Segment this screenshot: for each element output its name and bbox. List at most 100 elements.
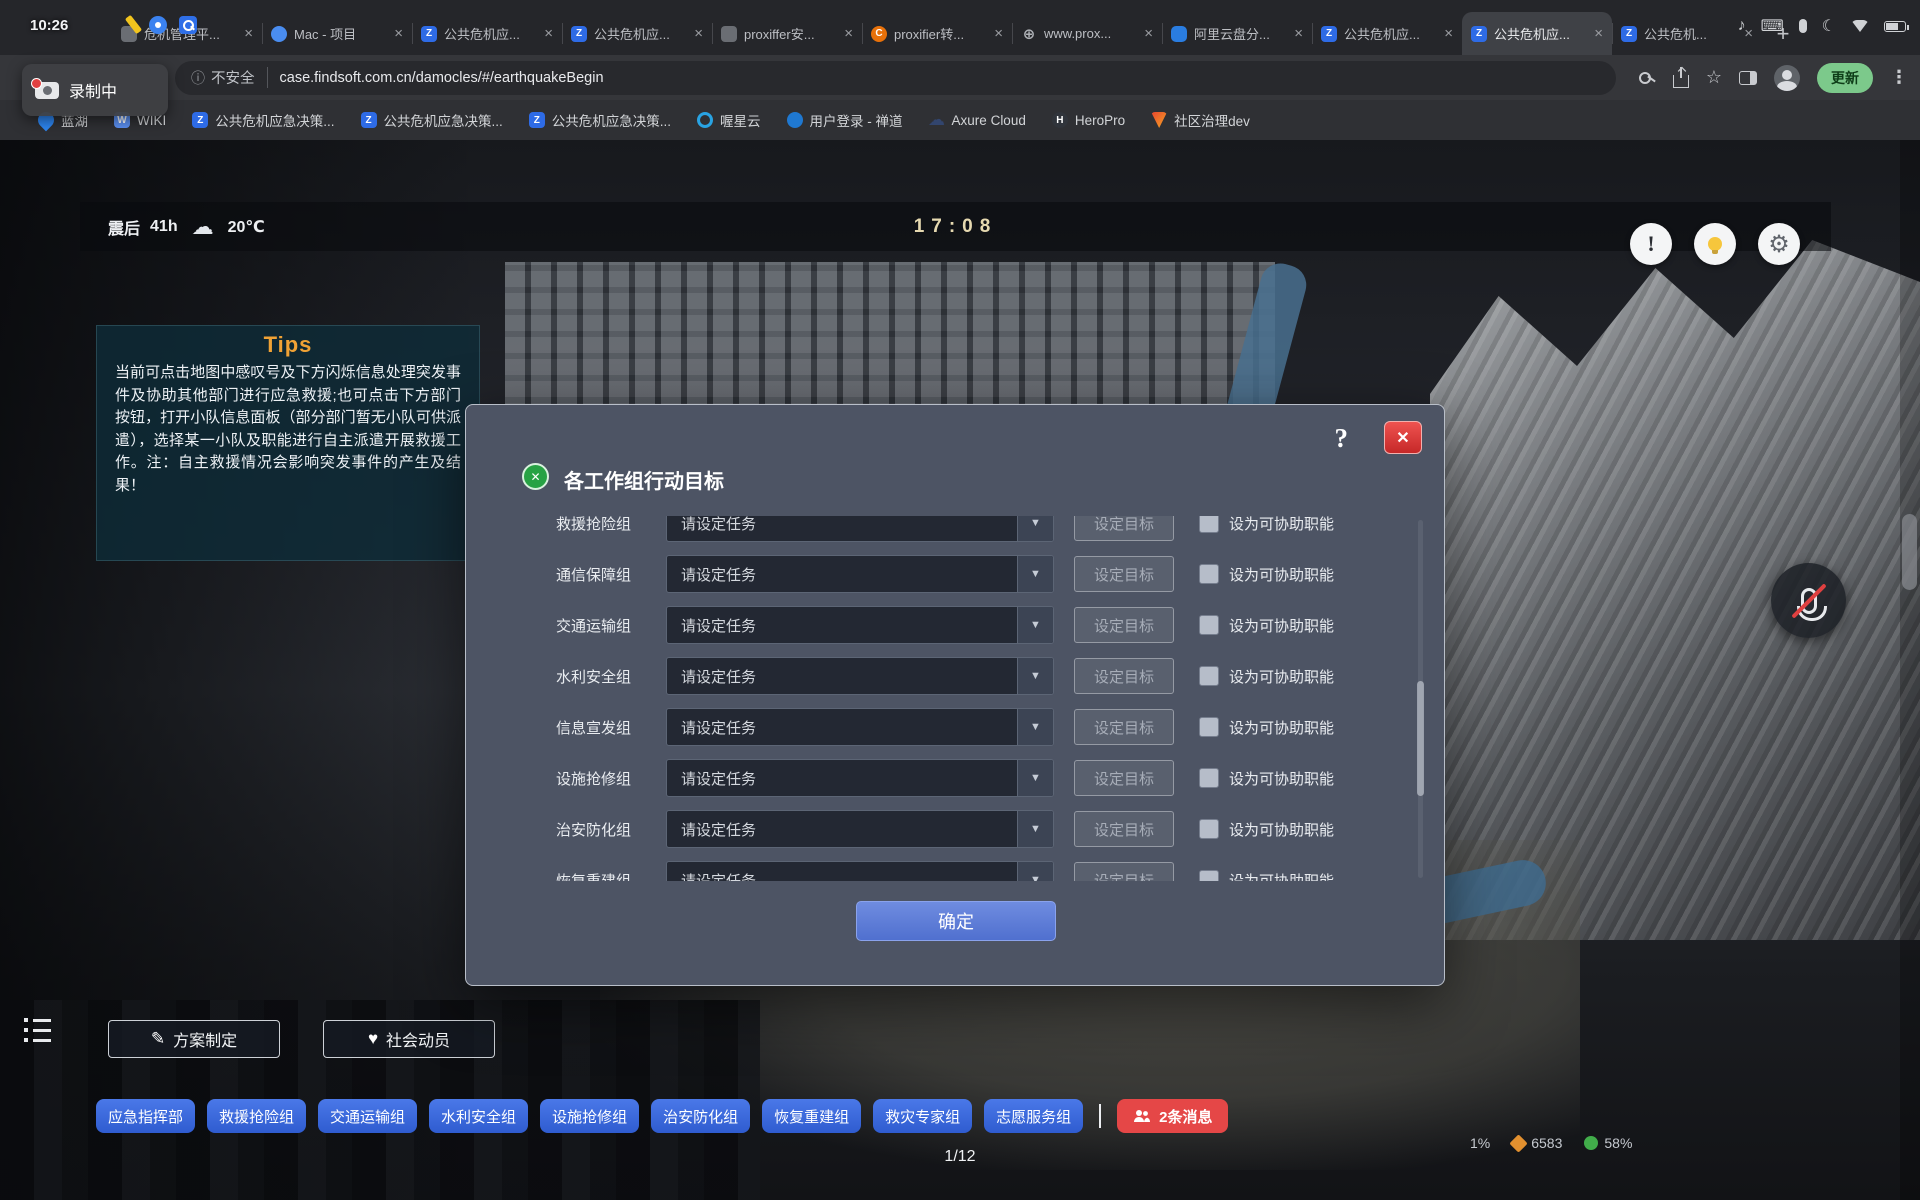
set-target-button[interactable]: 设定目标 bbox=[1074, 811, 1174, 847]
assist-checkbox[interactable] bbox=[1199, 666, 1219, 686]
alerts-button[interactable]: ! bbox=[1630, 223, 1672, 265]
bookmark-item[interactable]: HHeroPro bbox=[1052, 112, 1125, 128]
screen-recording-badge[interactable]: 录制中 bbox=[22, 64, 168, 116]
help-icon[interactable]: ? bbox=[1335, 423, 1349, 454]
assist-checkbox[interactable] bbox=[1199, 819, 1219, 839]
bookmark-label: 公共危机应急决策... bbox=[384, 110, 503, 130]
music-note-icon[interactable]: ♪ bbox=[1738, 17, 1746, 35]
close-icon[interactable]: ✕ bbox=[1384, 421, 1422, 454]
browser-tab[interactable]: Z 公共危机应... × bbox=[562, 12, 712, 55]
profile-avatar[interactable] bbox=[1774, 65, 1800, 91]
bookmark-star-icon[interactable]: ☆ bbox=[1706, 67, 1722, 88]
tab-close-icon[interactable]: × bbox=[844, 25, 853, 42]
set-target-button[interactable]: 设定目标 bbox=[1074, 607, 1174, 643]
task-select[interactable]: 请设定任务▼ bbox=[666, 861, 1054, 881]
address-bar[interactable]: ⓘ 不安全 case.findsoft.com.cn/damocles/#/ea… bbox=[175, 61, 1616, 95]
mic-status-icon[interactable] bbox=[1799, 19, 1807, 33]
dialog-collapse-icon[interactable]: ✕ bbox=[522, 463, 549, 490]
assist-checkbox[interactable] bbox=[1199, 870, 1219, 881]
scrollbar-thumb[interactable] bbox=[1417, 681, 1424, 796]
browser-tab[interactable]: Z 公共危机应... × bbox=[412, 12, 562, 55]
bookmark-item[interactable]: Z公共危机应急决策... bbox=[361, 110, 503, 130]
update-button[interactable]: 更新 bbox=[1817, 63, 1873, 93]
task-select[interactable]: 请设定任务▼ bbox=[666, 708, 1054, 746]
plan-button[interactable]: ✎ 方案制定 bbox=[108, 1020, 280, 1058]
side-panel-icon[interactable] bbox=[1739, 71, 1757, 85]
tab-close-icon[interactable]: × bbox=[394, 25, 403, 42]
browser-tab[interactable]: ⊕ www.prox... × bbox=[1012, 12, 1162, 55]
dept-volunteers-button[interactable]: 志愿服务组 bbox=[984, 1099, 1083, 1133]
microphone-muted-button[interactable] bbox=[1771, 563, 1846, 638]
simulation-viewport[interactable]: 震后 41h ☁ 20℃ 17:08 ! ⚙ Tips 当前可点击地图中感叹号及… bbox=[0, 140, 1920, 1200]
tab-close-icon[interactable]: × bbox=[1294, 25, 1303, 42]
task-select[interactable]: 请设定任务▼ bbox=[666, 606, 1054, 644]
task-select[interactable]: 请设定任务▼ bbox=[666, 555, 1054, 593]
battery-icon[interactable] bbox=[1884, 21, 1906, 32]
passwords-key-icon[interactable] bbox=[1638, 69, 1656, 87]
assist-checkbox[interactable] bbox=[1199, 615, 1219, 635]
tab-close-icon[interactable]: × bbox=[694, 25, 703, 42]
dept-transport-button[interactable]: 交通运输组 bbox=[318, 1099, 417, 1133]
browser-tab[interactable]: Z 公共危机应... × bbox=[1312, 12, 1462, 55]
dept-rebuild-button[interactable]: 恢复重建组 bbox=[762, 1099, 861, 1133]
assist-checkbox[interactable] bbox=[1199, 717, 1219, 737]
settings-button[interactable]: ⚙ bbox=[1758, 223, 1800, 265]
assist-checkbox[interactable] bbox=[1199, 516, 1219, 533]
pin-status-icon[interactable] bbox=[149, 16, 167, 34]
tab-close-icon[interactable]: × bbox=[544, 25, 553, 42]
task-select-value: 请设定任务 bbox=[667, 666, 1017, 687]
tab-close-icon[interactable]: × bbox=[1444, 25, 1453, 42]
bookmark-item[interactable]: 喔星云 bbox=[697, 110, 761, 130]
morale-icon bbox=[1584, 1136, 1598, 1150]
browser-tab[interactable]: proxiffer安... × bbox=[712, 12, 862, 55]
set-target-button[interactable]: 设定目标 bbox=[1074, 760, 1174, 796]
share-icon[interactable] bbox=[1673, 75, 1689, 88]
moon-icon[interactable]: ☾ bbox=[1822, 16, 1836, 36]
dept-command-button[interactable]: 应急指挥部 bbox=[96, 1099, 195, 1133]
messages-button[interactable]: 2条消息 bbox=[1117, 1099, 1228, 1133]
tab-close-icon[interactable]: × bbox=[1144, 25, 1153, 42]
set-target-button[interactable]: 设定目标 bbox=[1074, 709, 1174, 745]
bookmark-item[interactable]: Z公共危机应急决策... bbox=[529, 110, 671, 130]
dept-security-button[interactable]: 治安防化组 bbox=[651, 1099, 750, 1133]
bookmark-item[interactable]: 社区治理dev bbox=[1151, 110, 1250, 130]
task-select[interactable]: 请设定任务▼ bbox=[666, 657, 1054, 695]
task-select[interactable]: 请设定任务▼ bbox=[666, 810, 1054, 848]
dept-experts-button[interactable]: 救灾专家组 bbox=[873, 1099, 972, 1133]
confirm-button[interactable]: 确定 bbox=[856, 901, 1056, 941]
mobilize-button[interactable]: ♥ 社会动员 bbox=[323, 1020, 495, 1058]
dept-repair-button[interactable]: 设施抢修组 bbox=[540, 1099, 639, 1133]
tab-close-icon[interactable]: × bbox=[1594, 25, 1603, 42]
bookmark-item[interactable]: Z公共危机应急决策... bbox=[192, 110, 334, 130]
set-target-button[interactable]: 设定目标 bbox=[1074, 658, 1174, 694]
dept-rescue-button[interactable]: 救援抢险组 bbox=[207, 1099, 306, 1133]
hint-button[interactable] bbox=[1694, 223, 1736, 265]
menu-kebab-icon[interactable]: ⋮ bbox=[1890, 67, 1908, 88]
bookmark-item[interactable]: ☁Axure Cloud bbox=[929, 112, 1026, 128]
browser-tab-active[interactable]: Z 公共危机应... × bbox=[1462, 12, 1612, 55]
wifi-icon[interactable] bbox=[1851, 20, 1869, 32]
page-scrollbar-thumb[interactable] bbox=[1902, 514, 1917, 590]
search-status-icon[interactable] bbox=[179, 16, 197, 34]
assist-checkbox[interactable] bbox=[1199, 768, 1219, 788]
keyboard-icon[interactable]: ⌨ bbox=[1761, 16, 1784, 36]
browser-tab[interactable]: 阿里云盘分... × bbox=[1162, 12, 1312, 55]
group-row: 信息宣发组 请设定任务▼ 设定目标 设为可协助职能 bbox=[466, 708, 1444, 746]
assist-checkbox[interactable] bbox=[1199, 564, 1219, 584]
dept-water-button[interactable]: 水利安全组 bbox=[429, 1099, 528, 1133]
bookmark-item[interactable]: 用户登录 - 禅道 bbox=[787, 110, 903, 130]
page-scrollbar-track[interactable] bbox=[1900, 140, 1920, 1200]
group-list-scroll-area[interactable]: 救援抢险组 请设定任务▼ 设定目标 设为可协助职能 通信保障组 请设定任务▼ 设… bbox=[466, 516, 1444, 881]
tab-close-icon[interactable]: × bbox=[994, 25, 1003, 42]
task-select[interactable]: 请设定任务▼ bbox=[666, 759, 1054, 797]
browser-tab[interactable]: Mac - 项目 × bbox=[262, 12, 412, 55]
set-target-button[interactable]: 设定目标 bbox=[1074, 862, 1174, 881]
site-info-icon[interactable]: ⓘ bbox=[191, 68, 205, 88]
set-target-button[interactable]: 设定目标 bbox=[1074, 516, 1174, 541]
security-label[interactable]: 不安全 bbox=[211, 67, 268, 88]
set-target-button[interactable]: 设定目标 bbox=[1074, 556, 1174, 592]
task-select[interactable]: 请设定任务▼ bbox=[666, 516, 1054, 542]
menu-list-icon[interactable] bbox=[24, 1018, 51, 1042]
tab-close-icon[interactable]: × bbox=[244, 25, 253, 42]
browser-tab[interactable]: C proxifier转... × bbox=[862, 12, 1012, 55]
